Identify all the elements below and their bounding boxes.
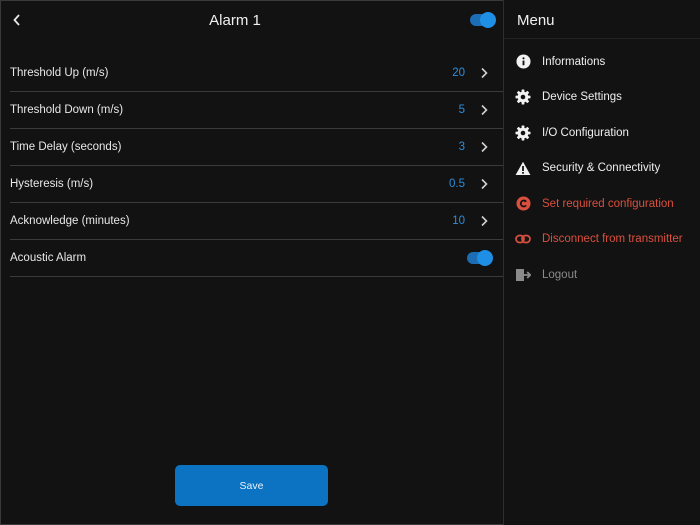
menu-list: Informations Device Settings I/O Configu…: [504, 44, 700, 293]
page-title: Alarm 1: [209, 12, 261, 29]
menu-item-logout[interactable]: Logout: [504, 257, 700, 293]
setting-label: Threshold Up (m/s): [10, 67, 109, 79]
setting-label: Threshold Down (m/s): [10, 104, 124, 116]
setting-row-acoustic-alarm: Acoustic Alarm: [10, 240, 503, 277]
alarm-enable-toggle[interactable]: [470, 12, 496, 28]
chevron-right-icon: [479, 141, 489, 153]
alert-circle-icon: [514, 195, 532, 213]
menu-title: Menu: [517, 12, 555, 29]
setting-label: Time Delay (seconds): [10, 141, 122, 153]
setting-value: 20: [452, 67, 465, 79]
logout-icon: [514, 266, 532, 284]
menu-item-io-configuration[interactable]: I/O Configuration: [504, 115, 700, 151]
setting-row-hysteresis[interactable]: Hysteresis (m/s) 0.5: [10, 166, 503, 203]
toggle-knob: [477, 250, 493, 266]
settings-list: Threshold Up (m/s) 20 Threshold Down (m/…: [10, 55, 503, 277]
setting-value: 5: [458, 104, 465, 116]
setting-label: Hysteresis (m/s): [10, 178, 94, 190]
alarm-panel: Alarm 1 Threshold Up (m/s) 20 Threshold …: [0, 0, 503, 525]
acoustic-alarm-toggle[interactable]: [467, 250, 493, 266]
warning-icon: [514, 159, 532, 177]
menu-item-disconnect[interactable]: Disconnect from transmitter: [504, 222, 700, 258]
chevron-right-icon: [479, 215, 489, 227]
setting-row-acknowledge[interactable]: Acknowledge (minutes) 10: [10, 203, 503, 240]
setting-row-time-delay[interactable]: Time Delay (seconds) 3: [10, 129, 503, 166]
menu-item-label: Logout: [542, 268, 578, 281]
menu-item-device-settings[interactable]: Device Settings: [504, 80, 700, 116]
menu-item-security-connectivity[interactable]: Security & Connectivity: [504, 151, 700, 187]
chevron-right-icon: [479, 67, 489, 79]
menu-item-label: I/O Configuration: [542, 126, 629, 139]
setting-value: 0.5: [449, 178, 465, 190]
menu-item-label: Informations: [542, 55, 606, 68]
setting-label: Acknowledge (minutes): [10, 215, 130, 227]
menu-item-label: Device Settings: [542, 91, 622, 104]
setting-label: Acoustic Alarm: [10, 252, 87, 264]
menu-item-label: Security & Connectivity: [542, 162, 661, 175]
setting-row-threshold-down[interactable]: Threshold Down (m/s) 5: [10, 92, 503, 129]
menu-item-label: Set required configuration: [542, 197, 674, 210]
link-icon: [514, 230, 532, 248]
menu-divider: [504, 38, 700, 39]
alarm-header: Alarm 1: [0, 0, 503, 40]
menu-item-informations[interactable]: Informations: [504, 44, 700, 80]
info-icon: [514, 53, 532, 71]
setting-value: 3: [458, 141, 465, 153]
save-button[interactable]: Save: [175, 465, 328, 506]
side-menu: Menu Informations Device Settings I/O Co…: [503, 0, 700, 525]
gear-icon: [514, 88, 532, 106]
setting-row-threshold-up[interactable]: Threshold Up (m/s) 20: [10, 55, 503, 92]
gear-icon: [514, 124, 532, 142]
toggle-knob: [480, 12, 496, 28]
setting-value: 10: [452, 215, 465, 227]
menu-item-set-required-configuration[interactable]: Set required configuration: [504, 186, 700, 222]
chevron-right-icon: [479, 104, 489, 116]
chevron-right-icon: [479, 178, 489, 190]
menu-item-label: Disconnect from transmitter: [542, 233, 683, 246]
